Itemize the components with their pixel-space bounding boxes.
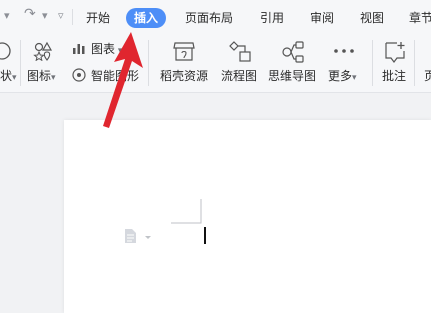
tab-view[interactable]: 视图 [360,8,384,28]
more-commands-icon[interactable]: ▿ [58,9,64,22]
more-dots-icon[interactable] [333,48,355,54]
text-cursor [204,227,206,244]
template-resources-button[interactable]: 稻壳资源 [160,69,208,83]
mindmap-icon[interactable] [281,40,305,64]
template-store-icon[interactable] [172,40,196,62]
tab-page-layout[interactable]: 页面布局 [185,8,233,28]
smart-shape-icon[interactable] [71,68,87,83]
add-comment-icon[interactable] [383,40,407,64]
ribbon: 状▾ 图标▾ 图表 ▾ 智能图形 稻壳资源 流程图 思维导图 更多▾ 批注 页 [0,34,431,93]
flowchart-icon[interactable] [228,40,252,64]
annotation-arrow-icon [103,32,143,128]
divider [72,9,73,25]
divider [148,40,149,86]
divider [372,40,373,86]
shape-button-label[interactable]: 状▾ [0,69,17,85]
margin-corner-marker [171,199,202,224]
chart-icon[interactable] [72,42,86,55]
tab-references[interactable]: 引用 [260,8,284,28]
tab-review[interactable]: 审阅 [310,8,334,28]
paragraph-options-icon[interactable] [124,228,154,244]
icons-library-icon[interactable] [33,41,53,61]
divider [20,40,21,86]
chevron-down-icon[interactable]: ▾ [42,9,48,22]
tab-bar: ▾ ↷ ▾ ▿ 开始 插入 页面布局 引用 审阅 视图 章节 [0,0,431,34]
shape-icon[interactable] [0,41,12,61]
chevron-down-icon[interactable]: ▾ [4,9,10,22]
divider [414,40,415,86]
document-page[interactable] [64,120,431,313]
tab-home[interactable]: 开始 [86,8,110,28]
flowchart-button[interactable]: 流程图 [221,69,257,83]
tab-section[interactable]: 章节 [409,8,431,28]
comment-button[interactable]: 批注 [382,69,406,83]
redo-icon[interactable]: ↷ [24,6,36,22]
mindmap-button[interactable]: 思维导图 [268,69,316,83]
icons-button[interactable]: 图标▾ [27,69,56,85]
page-button-label[interactable]: 页 [424,69,431,83]
tab-insert[interactable]: 插入 [126,8,167,28]
more-button[interactable]: 更多▾ [328,69,357,85]
